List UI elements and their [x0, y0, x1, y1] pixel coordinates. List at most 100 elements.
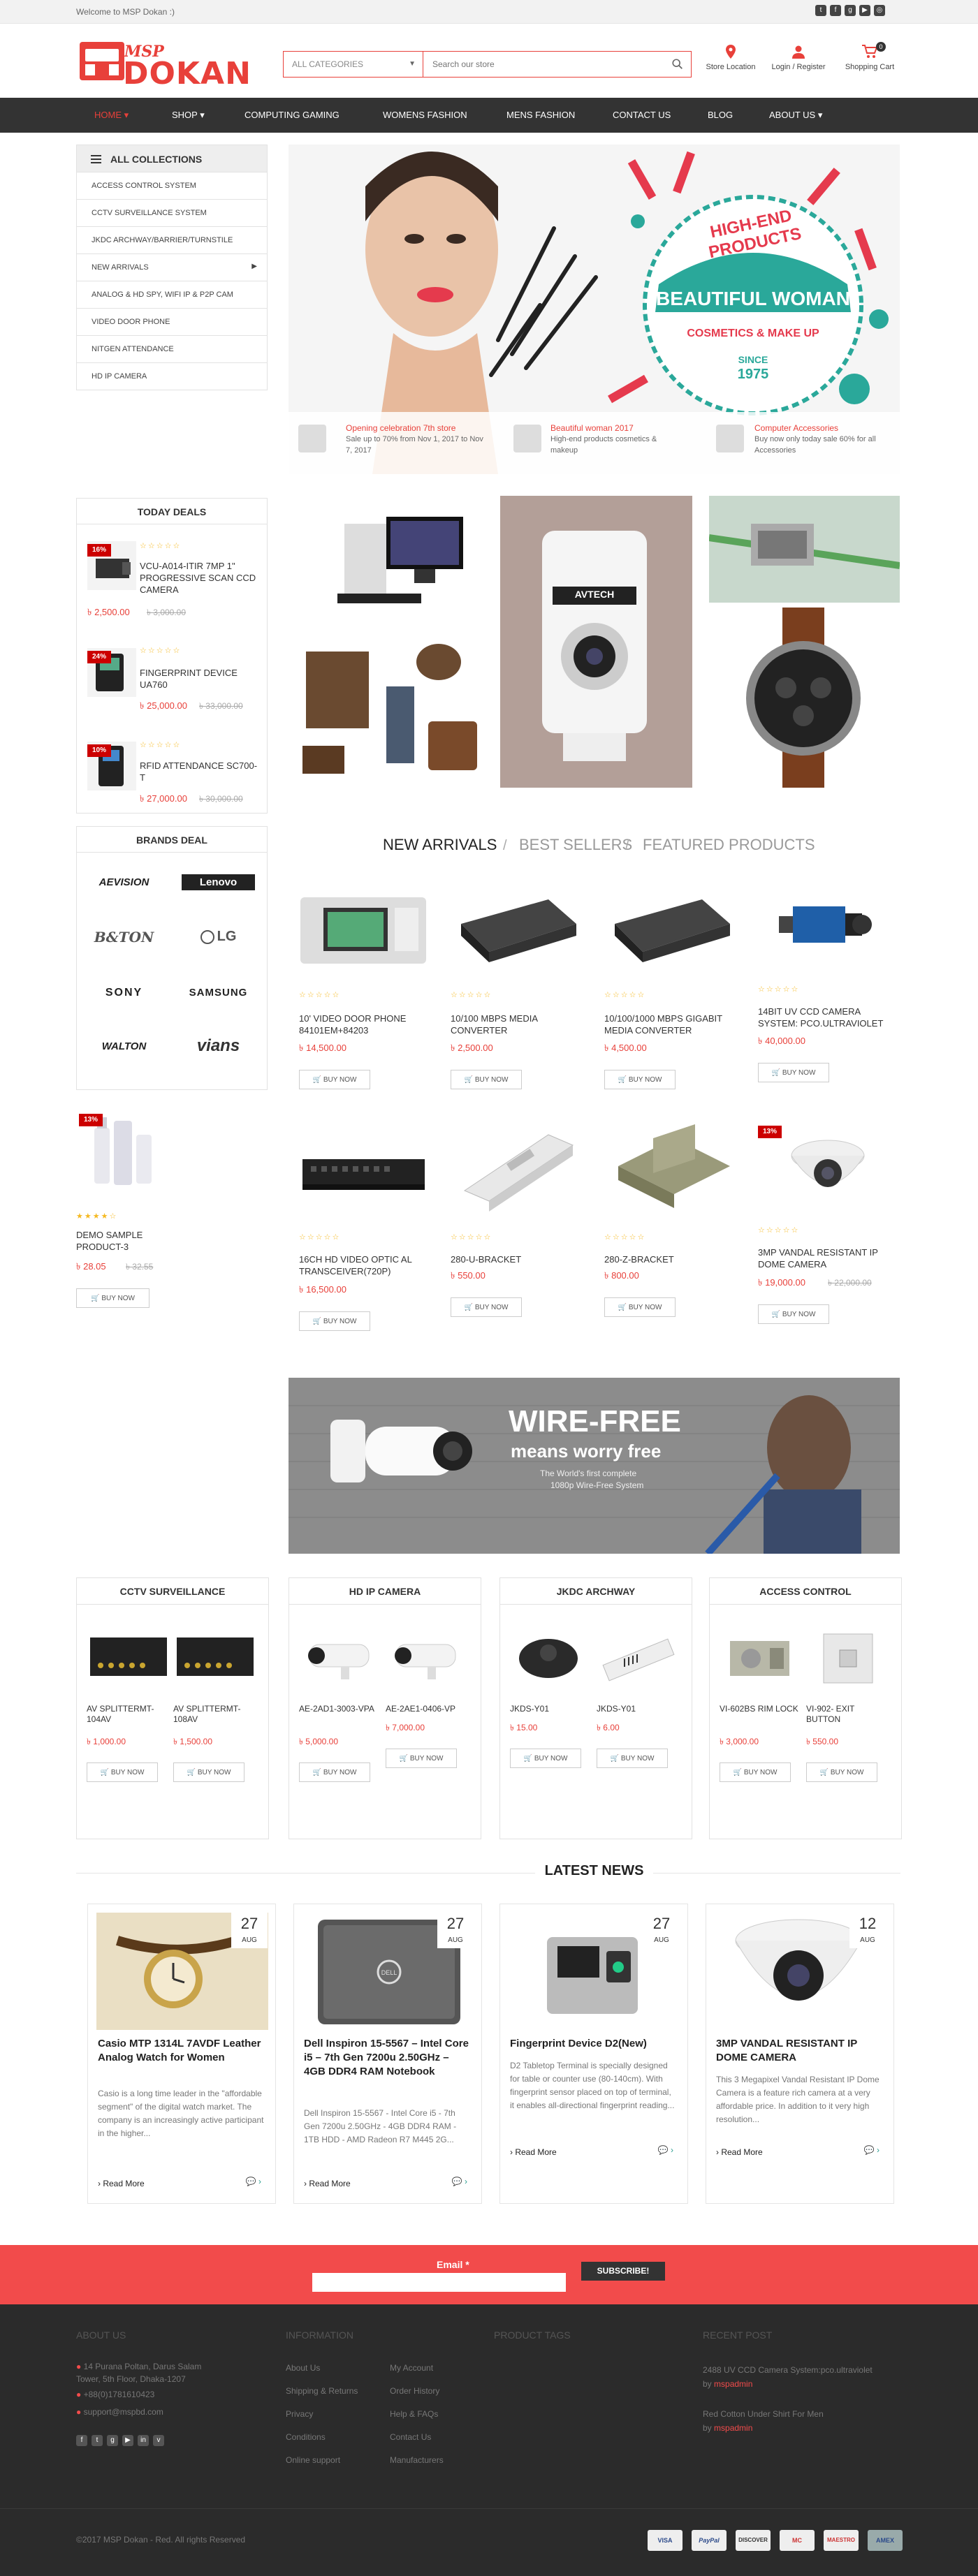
product-image[interactable] — [604, 1124, 737, 1212]
category-product-name[interactable]: JKDS-Y01 — [597, 1704, 680, 1714]
comment-icon[interactable]: 💬 › — [246, 2177, 261, 2186]
buy-now-button[interactable]: 🛒 BUY NOW — [299, 1070, 370, 1089]
category-product-image[interactable] — [87, 1624, 170, 1690]
login-link[interactable]: Login / Register — [767, 45, 830, 71]
buy-now-button[interactable]: 🛒 BUY NOW — [597, 1749, 668, 1768]
search-icon[interactable] — [671, 58, 684, 71]
buy-now-button[interactable]: 🛒 BUY NOW — [510, 1749, 581, 1768]
youtube-icon[interactable]: ▶ — [859, 5, 870, 16]
promo-tile-converter[interactable] — [708, 496, 900, 603]
footer-link[interactable]: Help & FAQs — [390, 2409, 438, 2419]
category-product-name[interactable]: VI-602BS RIM LOCK — [720, 1704, 803, 1714]
twitter-icon[interactable]: t — [92, 2435, 103, 2446]
footer-link[interactable]: Online support — [286, 2455, 340, 2465]
wire-free-banner[interactable]: WIRE-FREE means worry free The World's f… — [289, 1378, 900, 1554]
product-image[interactable] — [451, 885, 583, 969]
product-name[interactable]: 3MP VANDAL RESISTANT IP DOME CAMERA — [758, 1246, 898, 1270]
facebook-icon[interactable]: f — [76, 2435, 87, 2446]
twitter-icon[interactable]: t — [815, 5, 826, 16]
brand-lg[interactable]: LG — [185, 929, 251, 945]
product-image[interactable] — [758, 885, 891, 966]
demo-product-name[interactable]: DEMO SAMPLE PRODUCT-3 — [76, 1229, 167, 1253]
read-more-link[interactable]: › Read More — [510, 2147, 557, 2157]
collection-item[interactable]: Access Control System — [76, 172, 268, 200]
shopping-cart-link[interactable]: 0 Shopping Cart — [838, 42, 901, 71]
buy-now-button[interactable]: 🛒 BUY NOW — [386, 1749, 457, 1768]
nav-home[interactable]: HOME ▾ — [94, 110, 129, 121]
tab-new-arrivals[interactable]: NEW ARRIVALS — [383, 836, 497, 854]
category-product-image[interactable] — [510, 1624, 594, 1690]
category-product-name[interactable]: AV SPLITTERMT-104AV — [87, 1704, 167, 1725]
news-title[interactable]: Fingerprint Device D2(New) — [510, 2037, 678, 2051]
footer-link[interactable]: Manufacturers — [390, 2455, 444, 2465]
product-name[interactable]: 280-Z-BRACKET — [604, 1253, 730, 1265]
tab-featured-products[interactable]: FEATURED PRODUCTS — [643, 836, 815, 854]
recent-post[interactable]: Red Cotton Under Shirt For Men by mspadmi… — [703, 2407, 905, 2435]
category-product-image[interactable] — [597, 1624, 680, 1690]
logo-icon[interactable] — [80, 42, 124, 80]
category-box-title[interactable]: CCTV SURVEILLANCE — [77, 1578, 268, 1605]
product-image[interactable] — [297, 1128, 430, 1208]
product-image[interactable] — [451, 1124, 583, 1212]
product-name[interactable]: 16CH HD VIDEO OPTIC AL TRANSCEIVER(720P) — [299, 1253, 425, 1277]
buy-now-button[interactable]: 🛒 BUY NOW — [76, 1288, 149, 1308]
collection-item[interactable]: CCTV Surveillance System — [76, 200, 268, 227]
comment-icon[interactable]: 💬 › — [864, 2145, 880, 2155]
deal-name[interactable]: FINGERPRINT DEVICE UA760 — [140, 667, 262, 691]
linkedin-icon[interactable]: in — [138, 2435, 149, 2446]
product-image[interactable] — [297, 887, 430, 967]
store-location-link[interactable]: Store Location — [703, 45, 759, 71]
deal-name[interactable]: RFID ATTENDANCE SC700-T — [140, 760, 262, 783]
category-box-title[interactable]: ACCESS CONTROL — [710, 1578, 901, 1605]
footer-link[interactable]: My Account — [390, 2363, 433, 2373]
youtube-icon[interactable]: ▶ — [122, 2435, 133, 2446]
nav-computing-gaming[interactable]: COMPUTING GAMING — [245, 110, 340, 120]
read-more-link[interactable]: › Read More — [304, 2179, 351, 2188]
buy-now-button[interactable]: 🛒 BUY NOW — [451, 1297, 522, 1317]
category-product-image[interactable] — [386, 1624, 469, 1690]
footer-link[interactable]: Conditions — [286, 2432, 326, 2442]
buy-now-button[interactable]: 🛒 BUY NOW — [299, 1311, 370, 1331]
nav-womens-fashion[interactable]: WOMENS FASHION — [383, 110, 467, 120]
footer-link[interactable]: Contact Us — [390, 2432, 431, 2442]
product-name[interactable]: 10' VIDEO DOOR PHONE 84101EM+84203 — [299, 1013, 425, 1036]
news-title[interactable]: 3MP VANDAL RESISTANT IP DOME CAMERA — [716, 2037, 884, 2065]
promo-tile-fashion[interactable] — [289, 631, 488, 788]
collection-item[interactable]: VIDEO DOOR PHONE — [76, 309, 268, 336]
buy-now-button[interactable]: 🛒 BUY NOW — [604, 1070, 676, 1089]
comment-icon[interactable]: 💬 › — [658, 2145, 673, 2155]
promo-tile-watch[interactable] — [709, 608, 900, 788]
category-product-name[interactable]: JKDS-Y01 — [510, 1704, 594, 1714]
logo-main-text[interactable]: DOKAN — [123, 56, 251, 91]
newsletter-email-input[interactable] — [312, 2273, 566, 2292]
tab-best-sellers[interactable]: BEST SELLERS — [519, 836, 632, 854]
collection-item[interactable]: ANALOG & HD SPY, WIFI IP & P2P CAM — [76, 281, 268, 309]
category-product-image[interactable] — [299, 1624, 383, 1690]
category-select[interactable]: ALL CATEGORIES ▼ — [284, 52, 423, 77]
news-title[interactable]: Casio MTP 1314L 7AVDF Leather Analog Wat… — [98, 2037, 265, 2065]
brand-aevision[interactable]: AEVISION — [80, 876, 168, 888]
brand-baton[interactable]: B&TON — [80, 929, 168, 945]
buy-now-button[interactable]: 🛒 BUY NOW — [173, 1762, 245, 1782]
brand-vians[interactable]: vians — [175, 1036, 262, 1056]
nav-shop[interactable]: SHOP ▾ — [172, 110, 205, 121]
nav-mens-fashion[interactable]: MENS FASHION — [506, 110, 575, 120]
buy-now-button[interactable]: 🛒 BUY NOW — [299, 1762, 370, 1782]
hero-info-item[interactable]: Computer Accessories Buy now only today s… — [754, 422, 894, 456]
footer-email[interactable]: ● support@mspbd.com — [76, 2407, 163, 2417]
product-name[interactable]: 10/100 MBPS MEDIA CONVERTER — [451, 1013, 576, 1036]
promo-tile-computer[interactable] — [289, 496, 479, 627]
news-title[interactable]: Dell Inspiron 15-5567 – Intel Core i5 – … — [304, 2037, 472, 2079]
read-more-link[interactable]: › Read More — [98, 2179, 145, 2188]
collection-item[interactable]: HD IP CAMERA — [76, 363, 268, 390]
collection-item[interactable]: JKDC ARCHWAY/BARRIER/TURNSTILE — [76, 227, 268, 254]
google-plus-icon[interactable]: g — [845, 5, 856, 16]
product-name[interactable]: 280-U-BRACKET — [451, 1253, 576, 1265]
category-product-name[interactable]: VI-902- EXIT BUTTON — [806, 1704, 890, 1725]
buy-now-button[interactable]: 🛒 BUY NOW — [87, 1762, 158, 1782]
hero-info-item[interactable]: Beautiful woman 2017 High-end products co… — [550, 422, 669, 456]
hero-info-item[interactable]: Opening celebration 7th store Sale up to … — [346, 422, 486, 456]
recent-post[interactable]: 2488 UV CCD Camera System:pco.ultraviole… — [703, 2363, 905, 2391]
buy-now-button[interactable]: 🛒 BUY NOW — [758, 1304, 829, 1324]
vimeo-icon[interactable]: v — [153, 2435, 164, 2446]
